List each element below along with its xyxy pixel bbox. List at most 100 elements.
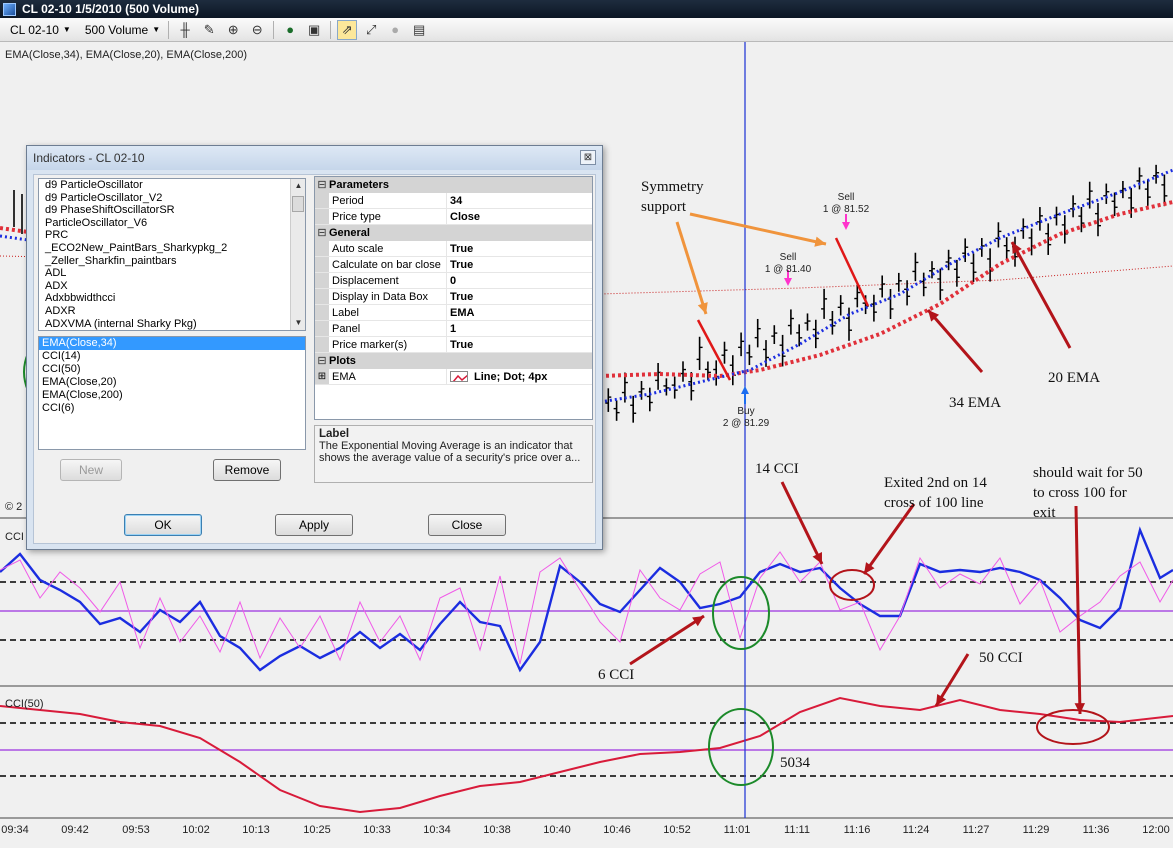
property-value[interactable]: True (447, 257, 592, 272)
property-category-label: Plots (329, 355, 356, 367)
should-wait-annotation: should wait for 50 to cross 100 for exit (1033, 465, 1143, 521)
property-category-label: General (329, 227, 370, 239)
indicators-icon[interactable]: ⇗ (337, 19, 358, 40)
new-button[interactable]: New (60, 459, 122, 481)
indicator-list-item[interactable]: d9 ParticleOscillator_V2 (39, 192, 305, 205)
property-row[interactable]: Displacement 0 (315, 273, 592, 289)
cci14-panel-label: CCI (5, 531, 24, 543)
property-help-box: Label The Exponential Moving Average is … (314, 425, 593, 483)
close-button[interactable]: Close (428, 514, 506, 536)
property-value[interactable]: Line; Dot; 4px (447, 369, 592, 384)
property-row[interactable]: Auto scale True (315, 241, 592, 257)
properties-grid[interactable]: ⊟ Parameters Period 34 Price type Close ⊟ Gener… (314, 176, 593, 420)
toolbar-divider (168, 20, 170, 39)
instrument-label: CL 02-10 (10, 22, 59, 37)
applied-indicator-item[interactable]: CCI(50) (39, 363, 305, 376)
property-value[interactable]: True (447, 289, 592, 304)
indicator-list-item[interactable]: d9 ParticleOscillator (39, 179, 305, 192)
property-row[interactable]: ⊞ EMA Line; Dot; 4px (315, 369, 592, 385)
applied-indicator-item[interactable]: EMA(Close,200) (39, 389, 305, 402)
indicator-list-item[interactable]: ADL (39, 267, 305, 280)
property-row[interactable]: Price marker(s) True (315, 337, 592, 353)
data-box-icon[interactable]: ▤ (409, 20, 429, 40)
indicator-list-item[interactable]: d9 PhaseShiftOscillatorSR (39, 204, 305, 217)
close-icon[interactable]: ⊠ (580, 150, 596, 165)
drawing-tool-icon[interactable]: ✎ (199, 20, 219, 40)
indicator-list-item[interactable]: Adxbbwidthcci (39, 292, 305, 305)
cci50-panel-label: CCI(50) (5, 698, 44, 710)
property-row[interactable]: Price type Close (315, 209, 592, 225)
applied-indicator-item[interactable]: CCI(14) (39, 350, 305, 363)
time-tick-label: 10:13 (242, 824, 270, 836)
property-row[interactable]: Display in Data Box True (315, 289, 592, 305)
indicator-list-item[interactable]: ADXR (39, 305, 305, 318)
circle-icon[interactable]: ● (385, 20, 405, 40)
time-tick-label: 09:53 (122, 824, 150, 836)
applied-indicator-item[interactable]: EMA(Close,20) (39, 376, 305, 389)
property-category[interactable]: ⊟ Parameters (315, 177, 592, 193)
indicator-list-item[interactable]: _Zeller_Sharkfin_paintbars (39, 255, 305, 268)
apply-button[interactable]: Apply (275, 514, 353, 536)
applied-indicators-list[interactable]: EMA(Close,34) CCI(14) CCI(50) EMA(Close,20)… (38, 336, 306, 450)
indicator-list-item[interactable]: ParticleOscillator_V6 (39, 217, 305, 230)
scroll-thumb[interactable] (292, 196, 304, 212)
row-gutter (315, 193, 329, 208)
property-category[interactable]: ⊟ Plots (315, 353, 592, 369)
property-value[interactable]: 1 (447, 321, 592, 336)
cci50-line (0, 696, 1173, 814)
indicator-list-item[interactable]: PRC (39, 229, 305, 242)
property-value[interactable]: Close (447, 209, 592, 224)
chevron-down-icon: ▼ (62, 25, 71, 34)
symmetry-support-annotation: Symmetry support (641, 179, 704, 215)
expand-icon[interactable]: ⊞ (315, 369, 329, 384)
price-panel-label: EMA(Close,34), EMA(Close,20), EMA(Close,… (5, 49, 248, 61)
property-row[interactable]: Label EMA (315, 305, 592, 321)
applied-indicator-item[interactable]: CCI(6) (39, 402, 305, 415)
row-gutter (315, 273, 329, 288)
zoom-out-icon[interactable]: ⊖ (247, 20, 267, 40)
toolbar-divider (330, 20, 332, 39)
applied-indicator-item[interactable]: EMA(Close,34) (39, 337, 305, 350)
collapse-icon[interactable]: ⊟ (315, 353, 329, 369)
dialog-title-bar[interactable]: Indicators - CL 02-10 ⊠ (27, 146, 602, 170)
properties-icon[interactable]: ▣ (304, 20, 324, 40)
time-tick-label: 11:11 (784, 824, 810, 836)
property-row[interactable]: Panel 1 (315, 321, 592, 337)
property-value[interactable]: 34 (447, 193, 592, 208)
property-value[interactable]: 0 (447, 273, 592, 288)
chevron-down-icon: ▼ (152, 25, 161, 34)
scroll-up-icon[interactable]: ▲ (291, 179, 305, 193)
available-indicators-list[interactable]: d9 ParticleOscillator d9 ParticleOscillat… (38, 178, 306, 331)
time-tick-label: 11:01 (723, 824, 751, 836)
scrollbar[interactable]: ▲ ▼ (290, 179, 305, 330)
row-gutter (315, 209, 329, 224)
green-highlight-ellipse (708, 708, 774, 786)
scroll-down-icon[interactable]: ▼ (291, 316, 305, 330)
property-row[interactable]: Calculate on bar close True (315, 257, 592, 273)
bar-type-icon[interactable]: ╫ (175, 20, 195, 40)
property-row[interactable]: Period 34 (315, 193, 592, 209)
collapse-icon[interactable]: ⊟ (315, 225, 329, 241)
indicator-list-item[interactable]: _ECO2New_PaintBars_Sharkypkg_2 (39, 242, 305, 255)
instrument-selector[interactable]: CL 02-10 ▼ (6, 20, 75, 40)
time-tick-label: 11:27 (962, 824, 990, 836)
should-wait-arrow-head (1074, 703, 1086, 714)
time-tick-label: 11:29 (1022, 824, 1050, 836)
ok-button[interactable]: OK (124, 514, 202, 536)
buy-marker: Buy 2 @ 81.29 (708, 406, 784, 430)
remove-button[interactable]: Remove (213, 459, 281, 481)
property-value[interactable]: EMA (447, 305, 592, 320)
interval-selector[interactable]: 500 Volume ▼ (81, 20, 164, 40)
zoom-in-icon[interactable]: ⊕ (223, 20, 243, 40)
property-value[interactable]: True (447, 241, 592, 256)
time-tick-label: 09:34 (1, 824, 29, 836)
cci14-annotation: 14 CCI (755, 461, 799, 477)
globe-icon[interactable]: ● (280, 20, 300, 40)
strategies-icon[interactable]: ⤢ (361, 20, 381, 40)
indicator-list-item[interactable]: ADXVMA (internal Sharky Pkg) (39, 318, 305, 330)
indicator-list-item[interactable]: ADX (39, 280, 305, 293)
property-category[interactable]: ⊟ General (315, 225, 592, 241)
property-name: Calculate on bar close (329, 257, 447, 272)
collapse-icon[interactable]: ⊟ (315, 177, 329, 193)
property-value[interactable]: True (447, 337, 592, 352)
